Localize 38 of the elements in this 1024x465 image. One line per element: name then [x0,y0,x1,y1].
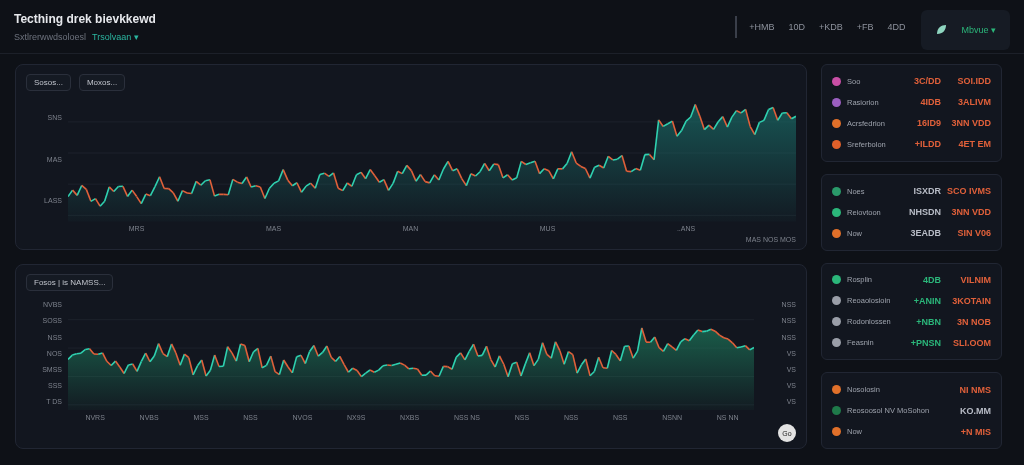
asset-value: 16ID9 [915,118,941,129]
page-subtitle: Sxtlrerwwdsoloesl [14,31,87,42]
filter-dropdown[interactable]: Trsolvaan ▾ [92,31,139,42]
asset-value: 3EADB [910,228,941,238]
asset-value: +NBN [915,316,941,327]
asset-value: KO.MM [959,405,991,416]
timeframe-button[interactable]: +HMB [749,21,775,32]
account-menu[interactable]: Mbvue ▾ [961,24,996,35]
asset-value: SCO IVMS [947,186,991,197]
chart-option-button[interactable]: Sosos... [26,74,71,91]
asset-value: ISXDR [912,186,941,197]
asset-value: 4DB [922,274,941,285]
asset-value: NI NMS [958,384,991,395]
asset-value: SLI.OOM [952,337,991,348]
asset-value: 3NN VDD [950,118,991,129]
asset-value: +N MIS [959,426,991,437]
chart-option-button[interactable]: Moxos... [78,74,126,91]
asset-value: +PNSN [910,337,941,348]
asset-value: SIN V06 [956,228,991,238]
asset-value: 3ALIVM [957,97,991,108]
asset-value: SOI.IDD [956,76,991,87]
asset-value: 3KOTAIN [951,295,991,306]
timeframe-button[interactable]: 4DD [887,21,906,32]
asset-value: NHSDN [909,207,941,218]
asset-value: VILNIM [959,274,991,285]
asset-value: 3NN VDD [950,207,991,218]
timeframe-button[interactable]: +KDB [818,21,843,32]
timeframe-button[interactable]: +FB [856,21,874,32]
page-title: Tecthing drek bievkkewd [14,11,156,26]
asset-value: 3N NOB [956,316,991,327]
asset-value: +ILDD [913,139,941,150]
chart-option-button[interactable]: Fosos | is NAMSS... [26,273,114,291]
timeframe-button[interactable]: 10D [788,21,805,32]
leaf-icon [935,23,948,36]
asset-value: 4ET EM [957,139,991,150]
asset-value: +ANIN [912,295,941,306]
asset-value: 3C/DD [913,76,941,87]
asset-value: 4IDB [919,97,941,108]
